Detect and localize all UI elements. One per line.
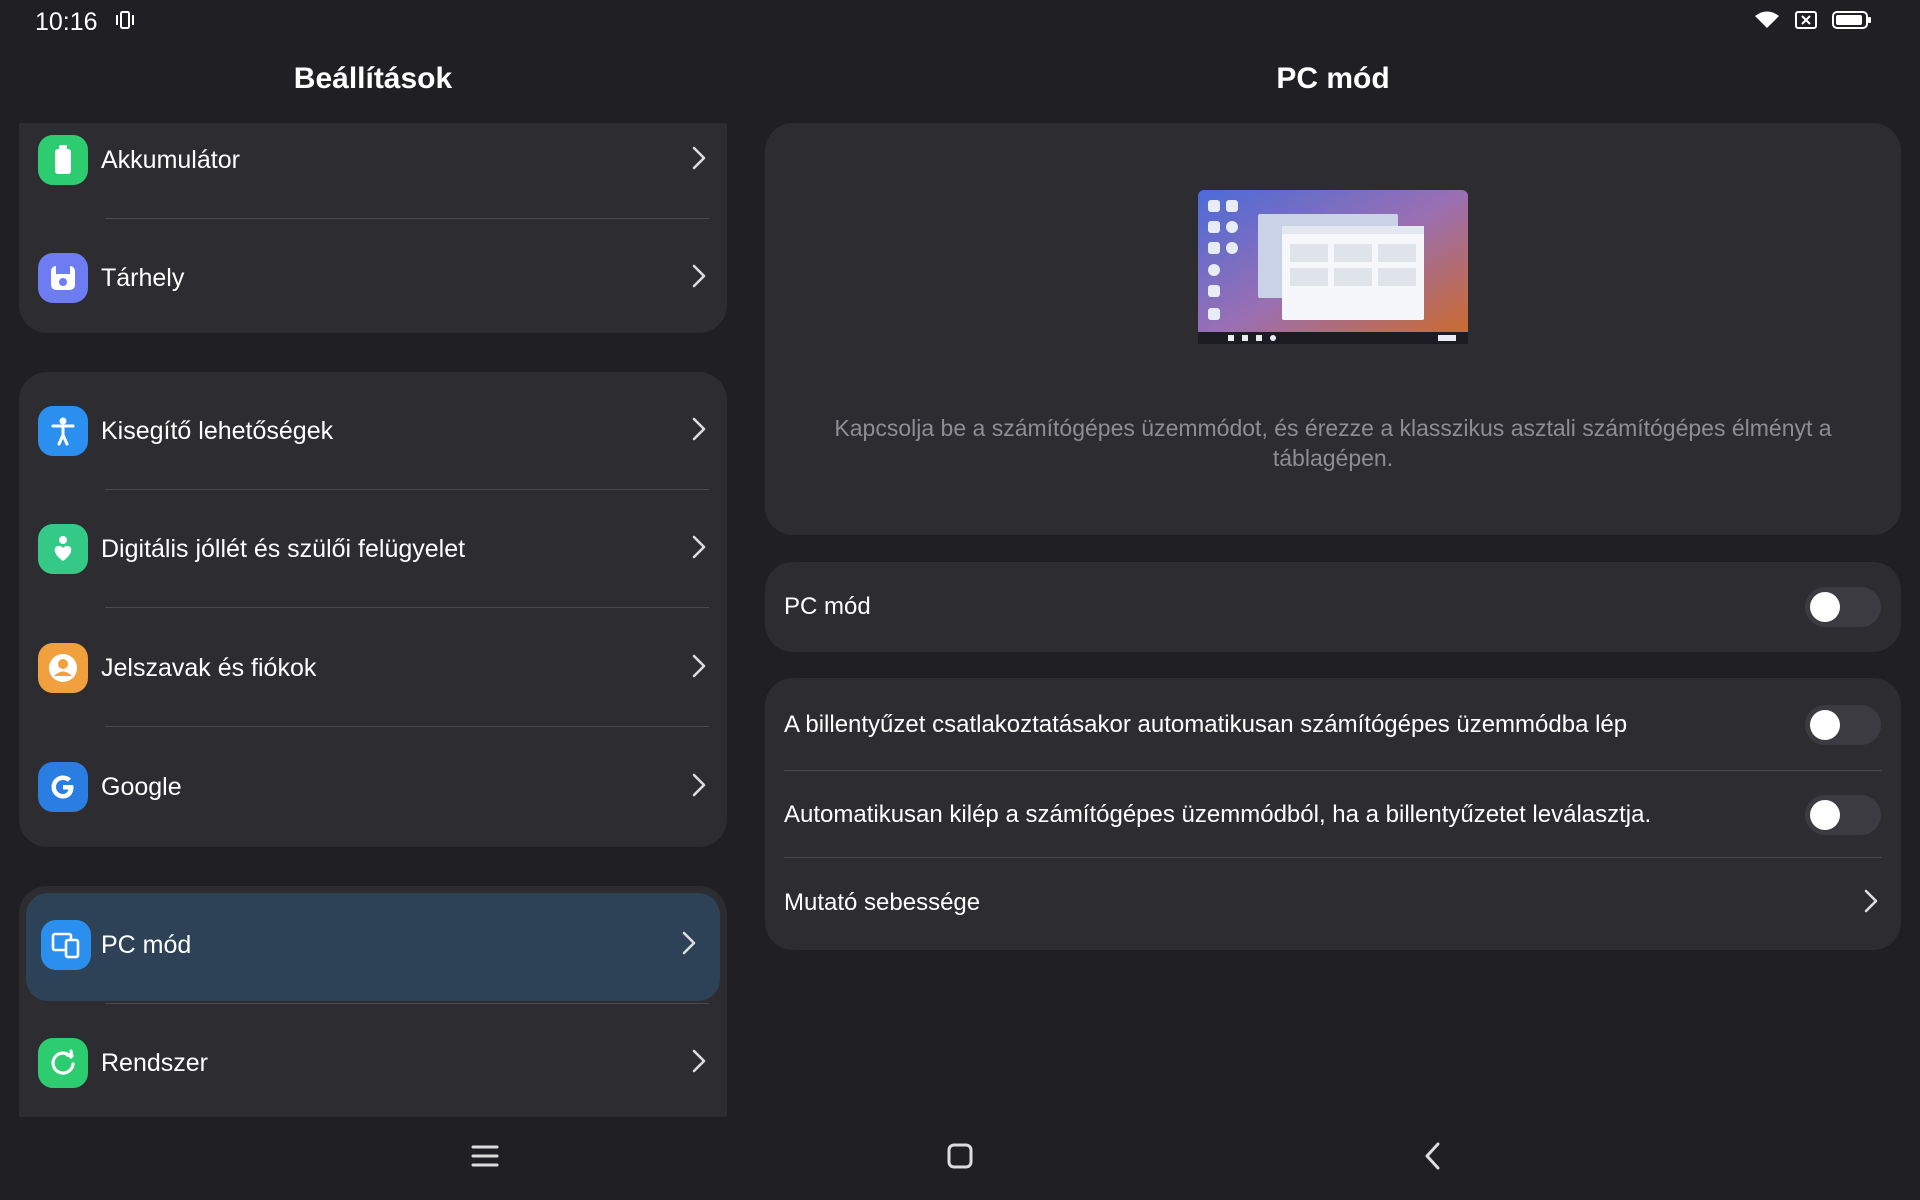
back-icon[interactable] bbox=[1418, 1141, 1448, 1176]
auto-enter-switch[interactable] bbox=[1805, 704, 1881, 745]
pc-mode-label: PC mód bbox=[784, 593, 871, 620]
chevron-right-icon bbox=[691, 145, 707, 176]
settings-group-2: Kisegítő lehetőségek Digitális jóllét és… bbox=[19, 372, 727, 847]
battery-icon bbox=[38, 135, 88, 185]
wifi-icon bbox=[1754, 10, 1780, 35]
pointer-speed-row[interactable]: Mutató sebessége bbox=[765, 858, 1901, 948]
menu-icon[interactable] bbox=[470, 1141, 500, 1176]
system-icon bbox=[38, 1038, 88, 1088]
options-card: A billentyűzet csatlakoztatásakor automa… bbox=[765, 678, 1901, 950]
chevron-right-icon bbox=[691, 416, 707, 447]
hero-card: Kapcsolja be a számítógépes üzemmódot, é… bbox=[765, 123, 1901, 535]
battery-status-icon bbox=[1832, 10, 1872, 35]
home-icon[interactable] bbox=[945, 1141, 975, 1176]
no-sim-icon bbox=[1794, 10, 1818, 35]
auto-exit-label: Automatikusan kilép a számítógépes üzemm… bbox=[784, 800, 1652, 828]
settings-item-label: Akkumulátor bbox=[101, 145, 240, 174]
google-icon bbox=[38, 762, 88, 812]
settings-item-label: Jelszavak és fiókok bbox=[101, 653, 317, 682]
switch-knob bbox=[1810, 709, 1840, 740]
settings-title: Beállítások bbox=[293, 62, 453, 95]
settings-item-storage[interactable]: Tárhely bbox=[19, 219, 727, 333]
pc-mode-toggle-row[interactable]: PC mód bbox=[765, 562, 1901, 652]
pc-mode-icon bbox=[41, 920, 91, 970]
status-icons bbox=[1754, 10, 1872, 35]
auto-enter-label: A billentyűzet csatlakoztatásakor automa… bbox=[784, 710, 1628, 738]
divider bbox=[105, 607, 709, 608]
settings-group-3: PC mód Rendszer bbox=[19, 886, 727, 1117]
settings-item-label: Digitális jóllét és szülői felügyelet bbox=[101, 534, 466, 563]
pc-mode-switch[interactable] bbox=[1805, 587, 1881, 627]
settings-item-label: Kisegítő lehetőségek bbox=[101, 416, 334, 445]
switch-knob bbox=[1810, 592, 1840, 622]
storage-icon bbox=[38, 253, 88, 303]
pc-mode-illustration bbox=[1198, 190, 1468, 344]
chevron-right-icon bbox=[691, 534, 707, 565]
settings-item-label: Rendszer bbox=[101, 1048, 208, 1077]
switch-knob bbox=[1810, 799, 1840, 830]
settings-item-pc-mode[interactable]: PC mód bbox=[19, 886, 727, 1004]
page-title: PC mód bbox=[1276, 62, 1390, 95]
settings-item-label: Google bbox=[101, 772, 182, 801]
hero-description: Kapcsolja be a számítógépes üzemmódot, é… bbox=[834, 415, 1832, 471]
settings-item-label: PC mód bbox=[101, 930, 192, 959]
wellbeing-icon bbox=[38, 524, 88, 574]
settings-item-accessibility[interactable]: Kisegítő lehetőségek bbox=[19, 372, 727, 490]
auto-enter-row[interactable]: A billentyűzet csatlakoztatásakor automa… bbox=[765, 678, 1901, 771]
chevron-right-icon bbox=[681, 930, 697, 961]
account-icon bbox=[38, 643, 88, 693]
chevron-right-icon bbox=[691, 653, 707, 684]
pointer-speed-label: Mutató sebessége bbox=[784, 889, 981, 916]
chevron-right-icon bbox=[691, 1048, 707, 1079]
settings-item-system[interactable]: Rendszer bbox=[19, 1004, 727, 1117]
settings-item-label: Tárhely bbox=[101, 263, 185, 292]
pc-mode-card: PC mód bbox=[765, 562, 1901, 652]
navigation-bar bbox=[0, 1117, 1920, 1200]
settings-group-1: Akkumulátor Tárhely bbox=[19, 123, 727, 333]
status-bar: 10:16 bbox=[0, 0, 1920, 44]
divider bbox=[105, 726, 709, 727]
accessibility-icon bbox=[38, 406, 88, 456]
settings-item-google[interactable]: Google bbox=[19, 728, 727, 846]
auto-exit-switch[interactable] bbox=[1805, 794, 1881, 835]
chevron-right-icon bbox=[1863, 888, 1879, 919]
settings-item-passwords[interactable]: Jelszavak és fiókok bbox=[19, 609, 727, 727]
settings-list[interactable]: Akkumulátor Tárhely Kisegítő lehetőségek bbox=[19, 123, 727, 1117]
chevron-right-icon bbox=[691, 772, 707, 803]
settings-item-wellbeing[interactable]: Digitális jóllét és szülői felügyelet bbox=[19, 490, 727, 608]
auto-exit-row[interactable]: Automatikusan kilép a számítógépes üzemm… bbox=[765, 771, 1901, 858]
status-time: 10:16 bbox=[35, 8, 98, 36]
settings-item-battery[interactable]: Akkumulátor bbox=[19, 123, 727, 219]
vibrate-icon bbox=[114, 9, 136, 38]
chevron-right-icon bbox=[691, 263, 707, 294]
